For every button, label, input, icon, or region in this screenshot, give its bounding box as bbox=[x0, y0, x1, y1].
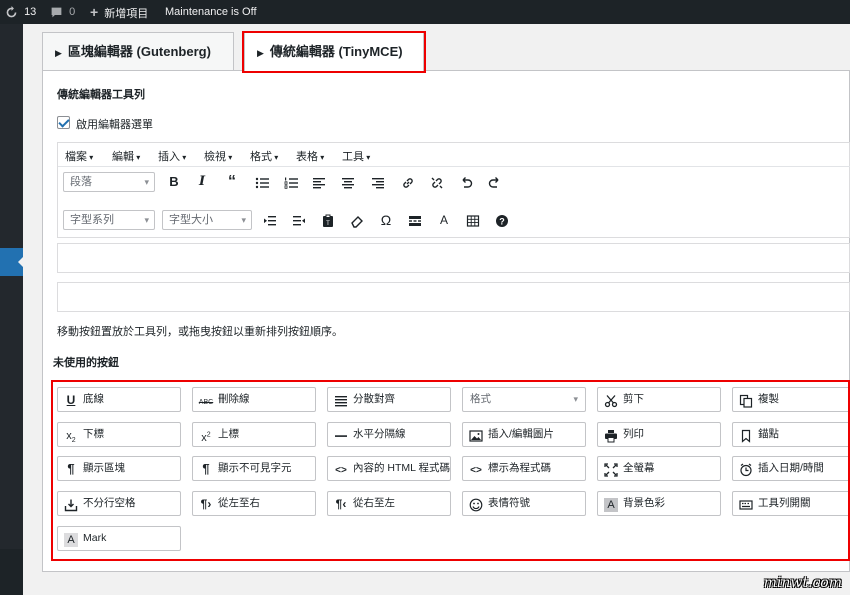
align-right-icon[interactable] bbox=[368, 172, 388, 192]
plus-icon: + bbox=[90, 4, 99, 20]
menu-file[interactable]: 檔案 bbox=[65, 148, 93, 164]
help-icon[interactable]: ? bbox=[492, 210, 512, 230]
link-icon[interactable] bbox=[398, 172, 418, 192]
toolbar-row-2: 字型系列 字型大小 T Ω A ? bbox=[58, 207, 850, 237]
special-character-icon[interactable]: Ω bbox=[376, 210, 396, 230]
admin-bar: 13 0 + 新增項目 Maintenance is Off bbox=[0, 0, 850, 24]
menu-bar: 檔案 編輯 插入 檢視 格式 表格 工具 bbox=[58, 143, 850, 167]
align-center-icon[interactable] bbox=[338, 172, 358, 192]
maintenance-status[interactable]: Maintenance is Off bbox=[165, 0, 257, 24]
menu-format[interactable]: 格式 bbox=[250, 148, 278, 164]
svg-text:T: T bbox=[326, 221, 330, 227]
font-family-select[interactable]: 字型系列 bbox=[63, 210, 155, 230]
refresh-icon bbox=[5, 5, 18, 18]
toolbar-editor: 檔案 編輯 插入 檢視 格式 表格 工具 段落 B I “ 字型系列 字型大小 … bbox=[57, 142, 850, 238]
highlight-box-unused bbox=[51, 380, 850, 561]
tab-gutenberg[interactable]: ▶ 區塊編輯器 (Gutenberg) bbox=[42, 32, 234, 70]
new-content-label: 新增項目 bbox=[104, 8, 149, 20]
bullet-list-icon[interactable] bbox=[252, 172, 272, 192]
toolbar-row-1: 段落 B I “ bbox=[58, 168, 850, 198]
font-size-select[interactable]: 字型大小 bbox=[162, 210, 252, 230]
watermark: minwt.com bbox=[763, 575, 842, 591]
toolbar-row-4-empty[interactable] bbox=[57, 282, 850, 312]
bold-icon[interactable]: B bbox=[164, 172, 184, 192]
read-more-icon[interactable] bbox=[405, 210, 425, 230]
indent-icon[interactable] bbox=[260, 210, 280, 230]
blockquote-icon[interactable]: “ bbox=[222, 172, 242, 192]
unused-buttons-title: 未使用的按鈕 bbox=[53, 357, 119, 369]
text-color-icon[interactable]: A bbox=[434, 210, 454, 230]
updates-count: 13 bbox=[24, 6, 37, 18]
menu-edit[interactable]: 編輯 bbox=[112, 148, 140, 164]
undo-icon[interactable] bbox=[456, 172, 476, 192]
menu-view[interactable]: 檢視 bbox=[204, 148, 232, 164]
svg-text:?: ? bbox=[499, 216, 505, 226]
admin-sidebar bbox=[0, 24, 24, 595]
unlink-icon[interactable] bbox=[427, 172, 447, 192]
sidebar-active-notch bbox=[18, 256, 24, 268]
menu-table[interactable]: 表格 bbox=[296, 148, 324, 164]
redo-icon[interactable] bbox=[485, 172, 505, 192]
align-left-icon[interactable] bbox=[309, 172, 329, 192]
clear-formatting-icon[interactable] bbox=[347, 210, 367, 230]
highlight-box-tab bbox=[242, 31, 426, 73]
menu-insert[interactable]: 插入 bbox=[158, 148, 186, 164]
paste-text-icon[interactable]: T bbox=[318, 210, 338, 230]
comments-count: 0 bbox=[69, 6, 76, 18]
section-title: 傳統編輯器工具列 bbox=[57, 89, 145, 101]
italic-icon[interactable]: I bbox=[192, 172, 212, 192]
drag-hint: 移動按鈕置放於工具列，或拖曳按鈕以重新排列按鈕順序。 bbox=[57, 326, 343, 338]
caret-right-icon: ▶ bbox=[55, 48, 62, 58]
comments-item[interactable]: 0 bbox=[50, 0, 75, 24]
enable-menu-label: 啟用編輯器選單 bbox=[76, 119, 153, 131]
format-select[interactable]: 段落 bbox=[63, 172, 155, 192]
new-content-item[interactable]: + 新增項目 bbox=[90, 0, 148, 24]
sidebar-bottom bbox=[0, 549, 23, 595]
table-icon[interactable] bbox=[463, 210, 483, 230]
numbered-list-icon[interactable] bbox=[281, 172, 301, 192]
menu-tools[interactable]: 工具 bbox=[342, 148, 370, 164]
toolbar-row-3-empty[interactable] bbox=[57, 243, 850, 273]
enable-menu-checkbox[interactable] bbox=[57, 116, 70, 129]
comment-icon bbox=[50, 6, 63, 18]
updates-item[interactable]: 13 bbox=[5, 0, 36, 24]
outdent-icon[interactable] bbox=[289, 210, 309, 230]
tab-gutenberg-label: 區塊編輯器 (Gutenberg) bbox=[67, 44, 211, 59]
